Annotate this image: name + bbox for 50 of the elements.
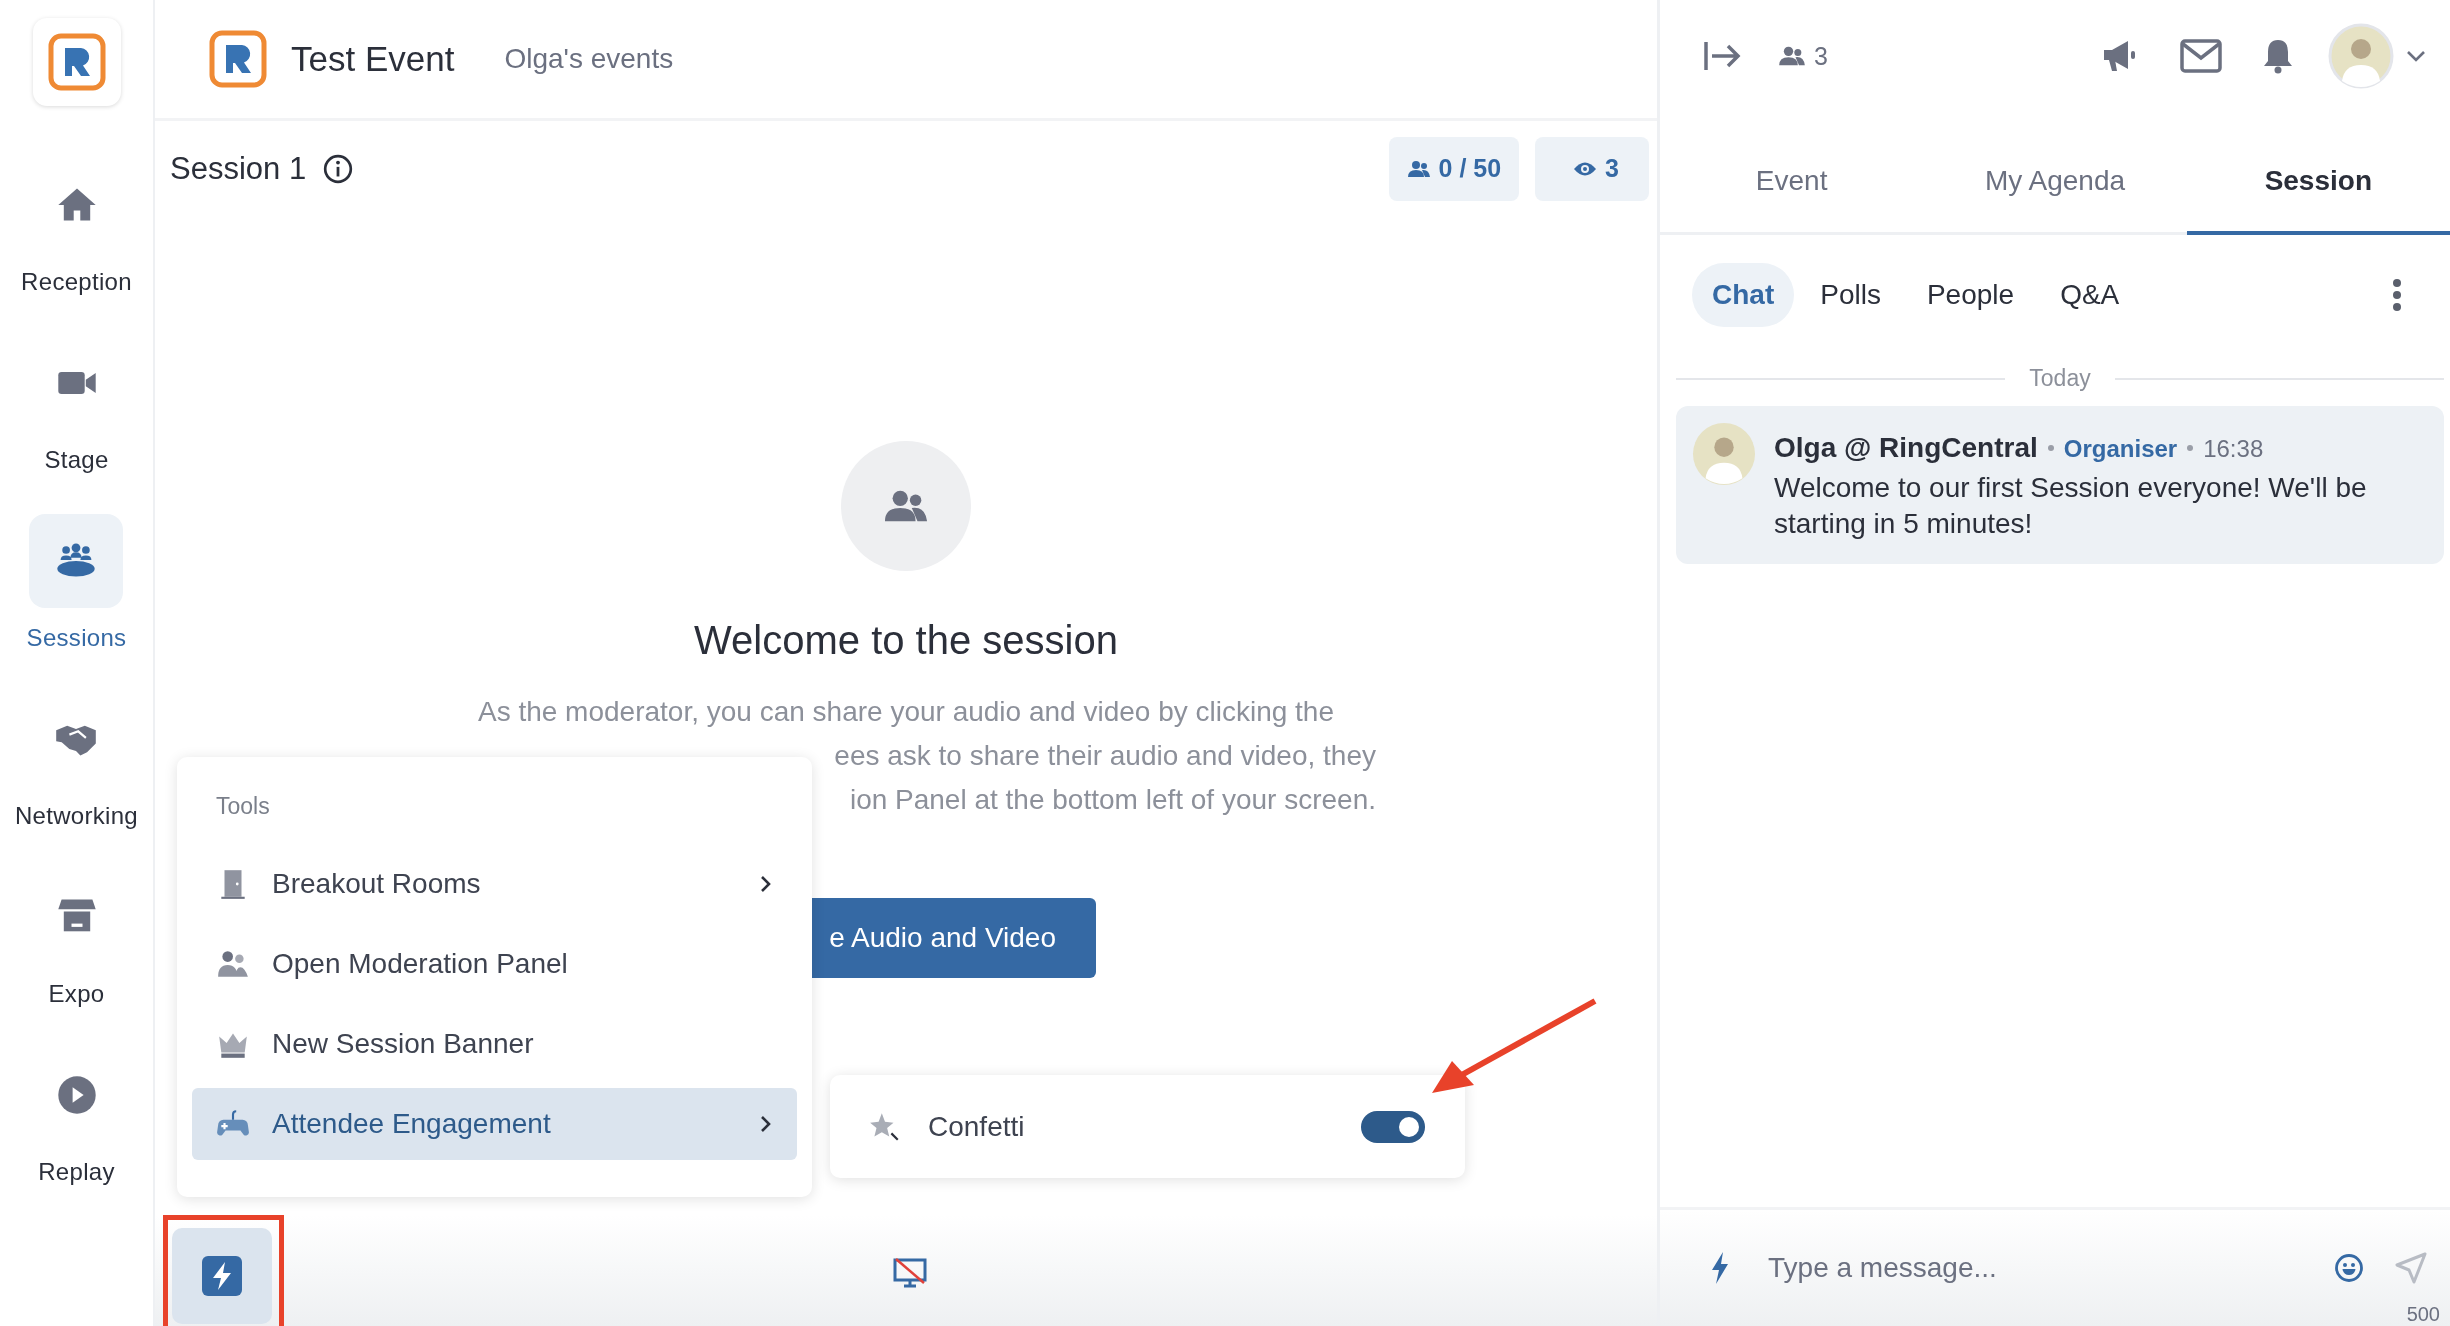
info-icon[interactable] — [322, 152, 355, 185]
welcome-heading: Welcome to the session — [694, 617, 1118, 664]
menu-heading: Tools — [216, 793, 271, 820]
author-name: Olga @ RingCentral — [1774, 432, 2038, 464]
confetti-label: Confetti — [928, 1110, 1025, 1143]
organizer-link[interactable]: Olga's events — [504, 43, 674, 75]
role-label: Organiser — [2063, 435, 2178, 463]
viewers-badge[interactable]: 3 — [1535, 136, 1649, 201]
chat-tab[interactable]: Chat — [1692, 263, 1795, 327]
nav-item[interactable]: Sessions — [26, 514, 127, 692]
event-title: Test Event — [291, 39, 455, 79]
character-counter: 500 — [2406, 1303, 2440, 1326]
message-field[interactable]: Type a message... — [1766, 1251, 2304, 1285]
menu-item[interactable]: Open Moderation Panel — [192, 928, 797, 1000]
menu-item[interactable]: New Session Banner — [192, 1008, 797, 1080]
nav-item[interactable]: Networking — [14, 692, 138, 870]
nav-item[interactable]: Expo — [29, 870, 124, 1048]
nav-item[interactable]: Replay — [29, 1048, 124, 1226]
screen-share-off-icon[interactable] — [892, 1257, 928, 1289]
instructions-text: ees ask to share their audio and video, they — [834, 739, 1376, 773]
instructions-text: ion Panel at the bottom left of your screen. — [849, 783, 1376, 817]
panel-tab[interactable]: Event — [1660, 112, 1924, 235]
avatar-icon — [1692, 422, 1756, 486]
exit-icon[interactable] — [1702, 40, 1742, 72]
session-title: Session 1 — [170, 150, 307, 187]
lightning-icon[interactable] — [1710, 1251, 1730, 1285]
separator-dot — [2187, 445, 2194, 451]
tools-button[interactable] — [172, 1228, 272, 1324]
mail-icon[interactable] — [2180, 39, 2222, 73]
message-text: Welcome to our first Session everyone! We'll be starting in 5 minutes! — [1774, 471, 2368, 541]
emoji-icon[interactable] — [2334, 1253, 2364, 1283]
panel-tab[interactable]: Session — [2186, 112, 2450, 235]
message-time: 16:38 — [2203, 435, 2264, 463]
menu-item[interactable]: Breakout Rooms — [192, 848, 797, 920]
chat-tab[interactable]: People — [1906, 263, 2035, 327]
bell-icon[interactable] — [2262, 37, 2294, 75]
instructions-text: As the moderator, you can share your audio and video by clicking the — [477, 695, 1335, 729]
chat-tab[interactable]: Q&A — [2040, 263, 2140, 327]
attendee-count: 3 — [1814, 41, 1828, 71]
separator-dot — [2047, 445, 2054, 451]
more-icon[interactable] — [2392, 278, 2402, 312]
confetti-toggle[interactable] — [1361, 1110, 1425, 1143]
date-divider: Today — [2029, 365, 2091, 392]
menu-item[interactable]: Attendee Engagement — [192, 1088, 797, 1160]
nav-item[interactable]: Stage — [29, 336, 124, 514]
nav-item[interactable]: Reception — [21, 158, 132, 336]
lightning-icon — [202, 1256, 242, 1296]
capacity-badge[interactable]: 0 / 50 — [1388, 136, 1520, 201]
panel-tab[interactable]: My Agenda — [1923, 112, 2187, 235]
chat-tab[interactable]: Polls — [1800, 263, 1901, 327]
